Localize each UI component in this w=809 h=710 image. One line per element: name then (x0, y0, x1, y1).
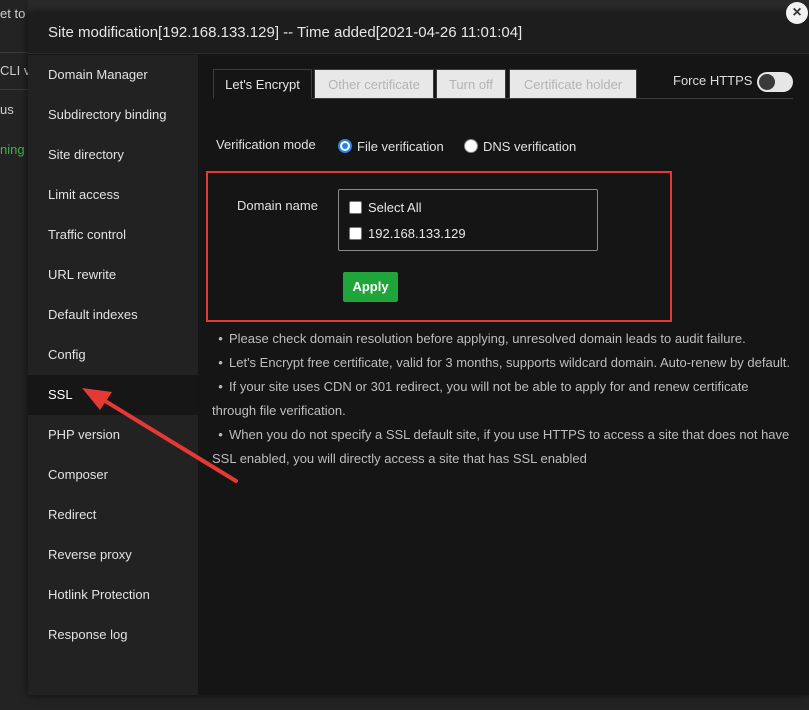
dns-verification-label[interactable]: DNS verification (483, 139, 576, 154)
tab-turn-off[interactable]: Turn off (436, 69, 506, 99)
dns-verification-radio[interactable] (464, 139, 478, 153)
sidebar-item-hotlink-protection[interactable]: Hotlink Protection (28, 575, 198, 615)
sidebar-item-ssl[interactable]: SSL (28, 375, 198, 415)
sidebar-item-limit-access[interactable]: Limit access (28, 175, 198, 215)
domain-list-box: Select All 192.168.133.129 (338, 189, 598, 251)
sidebar-item-subdirectory-binding[interactable]: Subdirectory binding (28, 95, 198, 135)
site-modification-modal: Site modification[192.168.133.129] -- Ti… (28, 12, 809, 695)
verification-mode-label: Verification mode (216, 137, 316, 152)
file-verification-radio[interactable] (338, 139, 352, 153)
force-https-toggle[interactable] (757, 72, 793, 92)
tab-lets-encrypt[interactable]: Let's Encrypt (213, 69, 312, 99)
domain-checkbox[interactable] (349, 227, 362, 240)
apply-button[interactable]: Apply (343, 272, 398, 302)
tab-other-certificate[interactable]: Other certificate (314, 69, 434, 99)
note-item: Please check domain resolution before ap… (212, 327, 792, 351)
ssl-content-panel: Let's Encrypt Other certificate Turn off… (198, 55, 809, 695)
sidebar-item-config[interactable]: Config (28, 335, 198, 375)
select-all-label[interactable]: Select All (368, 200, 421, 215)
help-notes: Please check domain resolution before ap… (212, 327, 792, 471)
note-item: When you do not specify a SSL default si… (212, 423, 792, 471)
sidebar-item-composer[interactable]: Composer (28, 455, 198, 495)
force-https-label: Force HTTPS (673, 73, 753, 88)
domain-name-label: Domain name (237, 198, 318, 213)
sidebar-item-redirect[interactable]: Redirect (28, 495, 198, 535)
sidebar-item-traffic-control[interactable]: Traffic control (28, 215, 198, 255)
sidebar-item-domain-manager[interactable]: Domain Manager (28, 55, 198, 95)
domain-option-label[interactable]: 192.168.133.129 (368, 226, 466, 241)
sidebar: Domain Manager Subdirectory binding Site… (28, 55, 198, 695)
sidebar-item-php-version[interactable]: PHP version (28, 415, 198, 455)
sidebar-item-default-indexes[interactable]: Default indexes (28, 295, 198, 335)
sidebar-item-url-rewrite[interactable]: URL rewrite (28, 255, 198, 295)
sidebar-item-reverse-proxy[interactable]: Reverse proxy (28, 535, 198, 575)
modal-title: Site modification[192.168.133.129] -- Ti… (28, 12, 809, 54)
select-all-checkbox[interactable] (349, 201, 362, 214)
file-verification-label[interactable]: File verification (357, 139, 444, 154)
sidebar-item-site-directory[interactable]: Site directory (28, 135, 198, 175)
note-item: If your site uses CDN or 301 redirect, y… (212, 375, 792, 423)
note-item: Let's Encrypt free certificate, valid fo… (212, 351, 792, 375)
background-topbar (28, 0, 809, 12)
sidebar-item-response-log[interactable]: Response log (28, 615, 198, 655)
close-icon[interactable]: × (786, 2, 808, 24)
toggle-knob (759, 74, 775, 90)
tab-certificate-holder[interactable]: Certificate holder (509, 69, 637, 99)
